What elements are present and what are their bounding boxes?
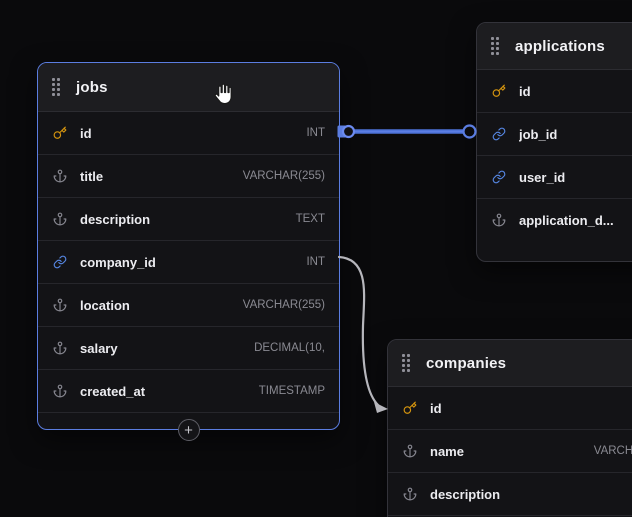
field-row-created-at[interactable]: created_at TIMESTAMP [38, 370, 339, 413]
anchor-icon [52, 211, 68, 227]
field-row-company-id[interactable]: company_id INT [38, 241, 339, 284]
anchor-icon [52, 168, 68, 184]
relationship-jobs-companies[interactable] [337, 255, 388, 413]
field-name: title [80, 168, 104, 184]
field-name: application_d... [519, 212, 614, 228]
field-row-job-id[interactable]: job_id [477, 113, 632, 156]
table-jobs-header[interactable]: jobs [38, 63, 339, 112]
anchor-icon [52, 340, 68, 356]
field-row-location[interactable]: location VARCHAR(255) [38, 284, 339, 327]
field-row-salary[interactable]: salary DECIMAL(10, [38, 327, 339, 370]
field-name: description [430, 486, 501, 502]
field-name: id [430, 400, 442, 416]
anchor-icon [52, 297, 68, 313]
table-companies-header[interactable]: companies [388, 340, 632, 387]
field-type: VARCHAR(255) [242, 170, 325, 182]
field-type: VARCHAR(255) [593, 445, 632, 457]
field-row-description[interactable]: description [388, 473, 632, 516]
relationship-endpoint-circle[interactable] [341, 124, 356, 139]
field-name: user_id [519, 169, 566, 185]
field-name: created_at [80, 383, 146, 399]
field-name: name [430, 443, 464, 459]
field-row-id[interactable]: id INT [38, 112, 339, 155]
field-type: INT [306, 256, 325, 268]
field-row-title[interactable]: title VARCHAR(255) [38, 155, 339, 198]
field-row-application-date[interactable]: application_d... [477, 199, 632, 241]
relationship-jobs-applications[interactable] [337, 124, 477, 139]
field-type: INT [306, 127, 325, 139]
table-title: jobs [76, 78, 108, 96]
table-title: applications [515, 37, 605, 55]
field-name: id [519, 83, 531, 99]
key-icon [491, 83, 507, 99]
relationship-endpoint-circle[interactable] [462, 124, 477, 139]
link-icon [52, 254, 68, 270]
table-jobs[interactable]: jobs id INT title VARCHAR(255) descripti… [37, 62, 340, 441]
field-name: description [80, 211, 151, 227]
field-name: location [80, 297, 130, 313]
field-type: TIMESTAMP [258, 385, 325, 397]
drag-grip-icon[interactable] [52, 78, 60, 96]
drag-grip-icon[interactable] [491, 37, 499, 55]
field-type: DECIMAL(10, [254, 342, 325, 354]
key-icon [52, 125, 68, 141]
diagram-canvas[interactable]: jobs id INT title VARCHAR(255) descripti… [0, 0, 632, 517]
anchor-icon [491, 212, 507, 228]
field-name: company_id [80, 254, 156, 270]
field-row-description[interactable]: description TEXT [38, 198, 339, 241]
field-row-name[interactable]: name VARCHAR(255) [388, 430, 632, 473]
table-companies[interactable]: companies id name VARCHAR(255) descripti… [387, 339, 632, 517]
add-field-button[interactable]: + [177, 419, 200, 441]
field-name: id [80, 125, 92, 141]
field-row-id[interactable]: id [388, 387, 632, 430]
field-type: VARCHAR(255) [242, 299, 325, 311]
table-applications[interactable]: applications id job_id user_id applicati… [476, 22, 632, 262]
field-name: job_id [519, 126, 558, 142]
anchor-icon [402, 443, 418, 459]
field-type: TEXT [295, 213, 325, 225]
table-title: companies [426, 354, 507, 372]
link-icon [491, 126, 507, 142]
anchor-icon [52, 383, 68, 399]
link-icon [491, 169, 507, 185]
drag-grip-icon[interactable] [402, 354, 410, 372]
field-row-user-id[interactable]: user_id [477, 156, 632, 199]
key-icon [402, 400, 418, 416]
table-applications-header[interactable]: applications [477, 23, 632, 70]
field-row-id[interactable]: id [477, 70, 632, 113]
relationship-arrowhead [374, 402, 388, 413]
field-name: salary [80, 340, 118, 356]
anchor-icon [402, 486, 418, 502]
